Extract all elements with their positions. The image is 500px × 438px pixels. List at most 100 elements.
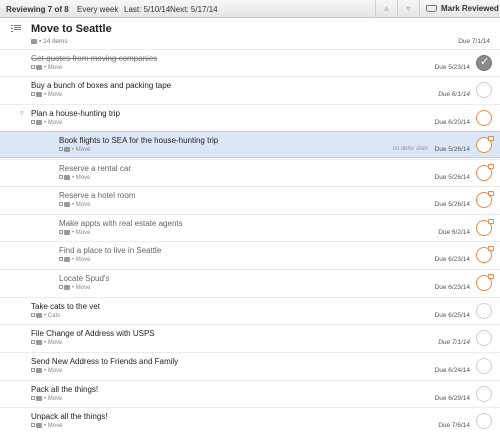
task-context[interactable]: • Move — [59, 202, 90, 208]
task-row[interactable]: Locate Spud's • Move Due 6/23/14 — [0, 269, 500, 296]
task-context[interactable]: • Move — [59, 175, 90, 181]
task-row[interactable]: Send New Address to Friends and Family • … — [0, 352, 500, 379]
task-row[interactable]: Reserve a hotel room • Move Due 5/26/14 — [0, 186, 500, 213]
project-row[interactable]: Move to Seattle • 14 items Due 7/1/14 — [0, 20, 500, 48]
task-row[interactable]: Book flights to SEA for the house-huntin… — [0, 131, 500, 158]
note-icon — [59, 257, 63, 261]
task-name[interactable]: Take cats to the vet — [31, 302, 100, 311]
status-circle-checkbox[interactable] — [476, 386, 492, 402]
flag-icon — [488, 219, 494, 224]
context-icon — [64, 285, 70, 290]
task-name[interactable]: Book flights to SEA for the house-huntin… — [59, 136, 218, 145]
context-icon — [64, 175, 70, 180]
review-next-date: Next: 5/17/14 — [170, 5, 218, 14]
next-review-button[interactable]: ▿ — [397, 0, 419, 17]
task-due-date[interactable]: Due 6/23/14 — [435, 284, 470, 291]
status-circle-checkbox[interactable] — [476, 246, 494, 263]
status-circle-checkbox[interactable] — [476, 110, 492, 126]
task-row[interactable]: Unpack all the things! • Move Due 7/6/14 — [0, 407, 500, 434]
task-context[interactable]: • Move — [31, 92, 62, 98]
mark-reviewed-button[interactable]: Mark Reviewed — [419, 0, 500, 17]
flag-icon — [488, 136, 494, 141]
task-row[interactable]: Find a place to live in Seattle • Move Due… — [0, 241, 500, 268]
task-name[interactable]: Find a place to live in Seattle — [59, 246, 161, 255]
task-due-date[interactable]: Due 6/23/14 — [435, 256, 470, 263]
status-circle-checkbox[interactable] — [476, 219, 494, 236]
task-row[interactable]: Buy a bunch of boxes and packing tape • M… — [0, 76, 500, 103]
status-circle-checkbox[interactable] — [476, 330, 492, 346]
task-row[interactable]: Get quotes from moving companies • Move Du… — [0, 49, 500, 76]
task-row[interactable]: File Change of Address with USPS • Move Du… — [0, 324, 500, 351]
task-context[interactable]: • Move — [31, 65, 62, 71]
disclosure-triangle-icon[interactable]: ▿ — [20, 109, 24, 117]
review-bar: Reviewing 7 of 8 Every week Last: 5/10/1… — [0, 0, 500, 18]
note-icon — [59, 175, 63, 179]
note-icon — [31, 92, 35, 96]
task-due-date[interactable]: Due 6/25/14 — [435, 312, 470, 319]
task-context[interactable]: • Move — [31, 368, 62, 374]
task-name[interactable]: Reserve a rental car — [59, 164, 131, 173]
task-row[interactable]: Pack all the things! • Move Due 6/29/14 — [0, 380, 500, 407]
previous-review-button[interactable]: ▵ — [375, 0, 397, 17]
task-due-date[interactable]: Due 6/1/14 — [438, 91, 470, 98]
task-row[interactable]: ▿ Plan a house-hunting trip • Move Due 6/20… — [0, 104, 500, 131]
task-due-date[interactable]: Due 6/24/14 — [435, 367, 470, 374]
task-due-date[interactable]: Due 7/1/14 — [438, 339, 470, 346]
task-context[interactable]: • Cats — [31, 313, 60, 319]
task-name[interactable]: Send New Address to Friends and Family — [31, 357, 178, 366]
status-circle-checkbox[interactable] — [476, 82, 492, 98]
status-circle-checkbox[interactable] — [476, 55, 492, 71]
task-context[interactable]: • Move — [31, 396, 62, 402]
context-icon — [36, 340, 42, 345]
context-icon — [36, 92, 42, 97]
task-name[interactable]: Get quotes from moving companies — [31, 54, 157, 63]
note-icon — [31, 313, 35, 317]
context-icon — [64, 202, 70, 207]
task-due-date[interactable]: Due 5/26/14 — [435, 146, 470, 153]
task-name[interactable]: Unpack all the things! — [31, 412, 108, 421]
task-context[interactable]: • Move — [59, 147, 90, 153]
task-due-date[interactable]: Due 6/20/14 — [435, 119, 470, 126]
context-icon — [64, 257, 70, 262]
project-item-count: • 14 items — [31, 38, 68, 45]
task-name[interactable]: Pack all the things! — [31, 385, 98, 394]
task-defer-date[interactable]: no defer date — [393, 146, 428, 152]
status-circle-checkbox[interactable] — [476, 358, 492, 374]
task-context[interactable]: • Move — [59, 257, 90, 263]
task-row[interactable]: Make appts with real estate agents • Move… — [0, 214, 500, 241]
task-name[interactable]: File Change of Address with USPS — [31, 329, 155, 338]
task-due-date[interactable]: Due 5/26/14 — [435, 201, 470, 208]
status-circle-checkbox[interactable] — [476, 303, 492, 319]
task-context[interactable]: • Move — [31, 340, 62, 346]
status-circle-checkbox[interactable] — [476, 136, 494, 153]
context-icon — [36, 396, 42, 401]
flag-icon — [488, 164, 494, 169]
status-circle-checkbox[interactable] — [476, 413, 492, 429]
task-due-date[interactable]: Due 6/29/14 — [435, 395, 470, 402]
task-due-date[interactable]: Due 5/23/14 — [435, 64, 470, 71]
status-circle-checkbox[interactable] — [476, 191, 494, 208]
project-due-date: Due 7/1/14 — [458, 38, 490, 45]
flag-icon — [488, 191, 494, 196]
task-name[interactable]: Reserve a hotel room — [59, 191, 135, 200]
task-row[interactable]: Take cats to the vet • Cats Due 6/25/14 — [0, 297, 500, 324]
task-context[interactable]: • Move — [59, 230, 90, 236]
task-name[interactable]: Locate Spud's — [59, 274, 109, 283]
task-due-date[interactable]: Due 5/26/14 — [435, 174, 470, 181]
context-icon — [36, 368, 42, 373]
task-due-date[interactable]: Due 7/6/14 — [438, 422, 470, 429]
task-name[interactable]: Make appts with real estate agents — [59, 219, 183, 228]
task-name[interactable]: Plan a house-hunting trip — [31, 109, 120, 118]
triangle-down-icon: ▿ — [406, 4, 411, 13]
context-icon — [36, 313, 42, 318]
task-due-date[interactable]: Due 6/2/14 — [438, 229, 470, 236]
task-row[interactable]: Reserve a rental car • Move Due 5/26/14 — [0, 159, 500, 186]
task-context[interactable]: • Move — [31, 120, 62, 126]
status-circle-checkbox[interactable] — [476, 164, 494, 181]
task-name[interactable]: Buy a bunch of boxes and packing tape — [31, 81, 171, 90]
task-context[interactable]: • Move — [31, 423, 62, 429]
task-context[interactable]: • Move — [59, 285, 90, 291]
triangle-up-icon: ▵ — [384, 4, 389, 13]
note-icon — [59, 285, 63, 289]
status-circle-checkbox[interactable] — [476, 274, 494, 291]
